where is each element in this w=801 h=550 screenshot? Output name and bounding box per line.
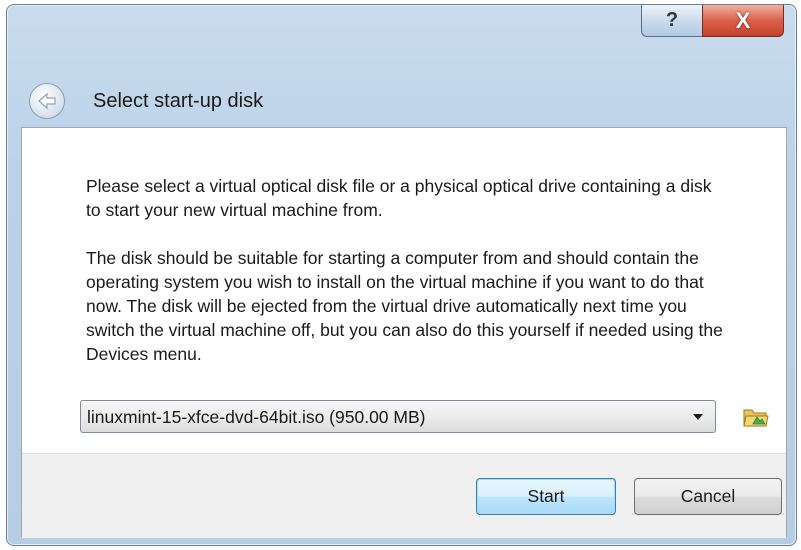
intro-text: Please select a virtual optical disk fil… <box>86 176 712 220</box>
back-arrow-icon <box>38 92 56 110</box>
close-icon: X <box>735 7 751 33</box>
back-button[interactable] <box>29 83 65 119</box>
cancel-button[interactable]: Cancel <box>634 478 782 515</box>
disk-select-value: linuxmint-15-xfce-dvd-64bit.iso (950.00 … <box>87 407 426 427</box>
disk-select-dropdown[interactable]: linuxmint-15-xfce-dvd-64bit.iso (950.00 … <box>80 400 716 433</box>
browse-disk-button[interactable] <box>742 404 770 430</box>
content-panel: Please select a virtual optical disk fil… <box>21 127 787 538</box>
start-button[interactable]: Start <box>476 478 616 515</box>
button-bar: Start Cancel <box>22 453 786 538</box>
help-button[interactable]: ? <box>641 5 703 37</box>
chevron-down-icon <box>693 414 703 420</box>
details-text: The disk should be suitable for starting… <box>86 248 723 364</box>
title-bar: ? X <box>7 5 796 63</box>
help-icon: ? <box>665 9 679 31</box>
dialog-window: ? X Select start-up disk Please select a… <box>6 4 797 546</box>
close-button[interactable]: X <box>702 5 784 37</box>
folder-icon <box>743 409 769 427</box>
page-title: Select start-up disk <box>93 90 264 112</box>
